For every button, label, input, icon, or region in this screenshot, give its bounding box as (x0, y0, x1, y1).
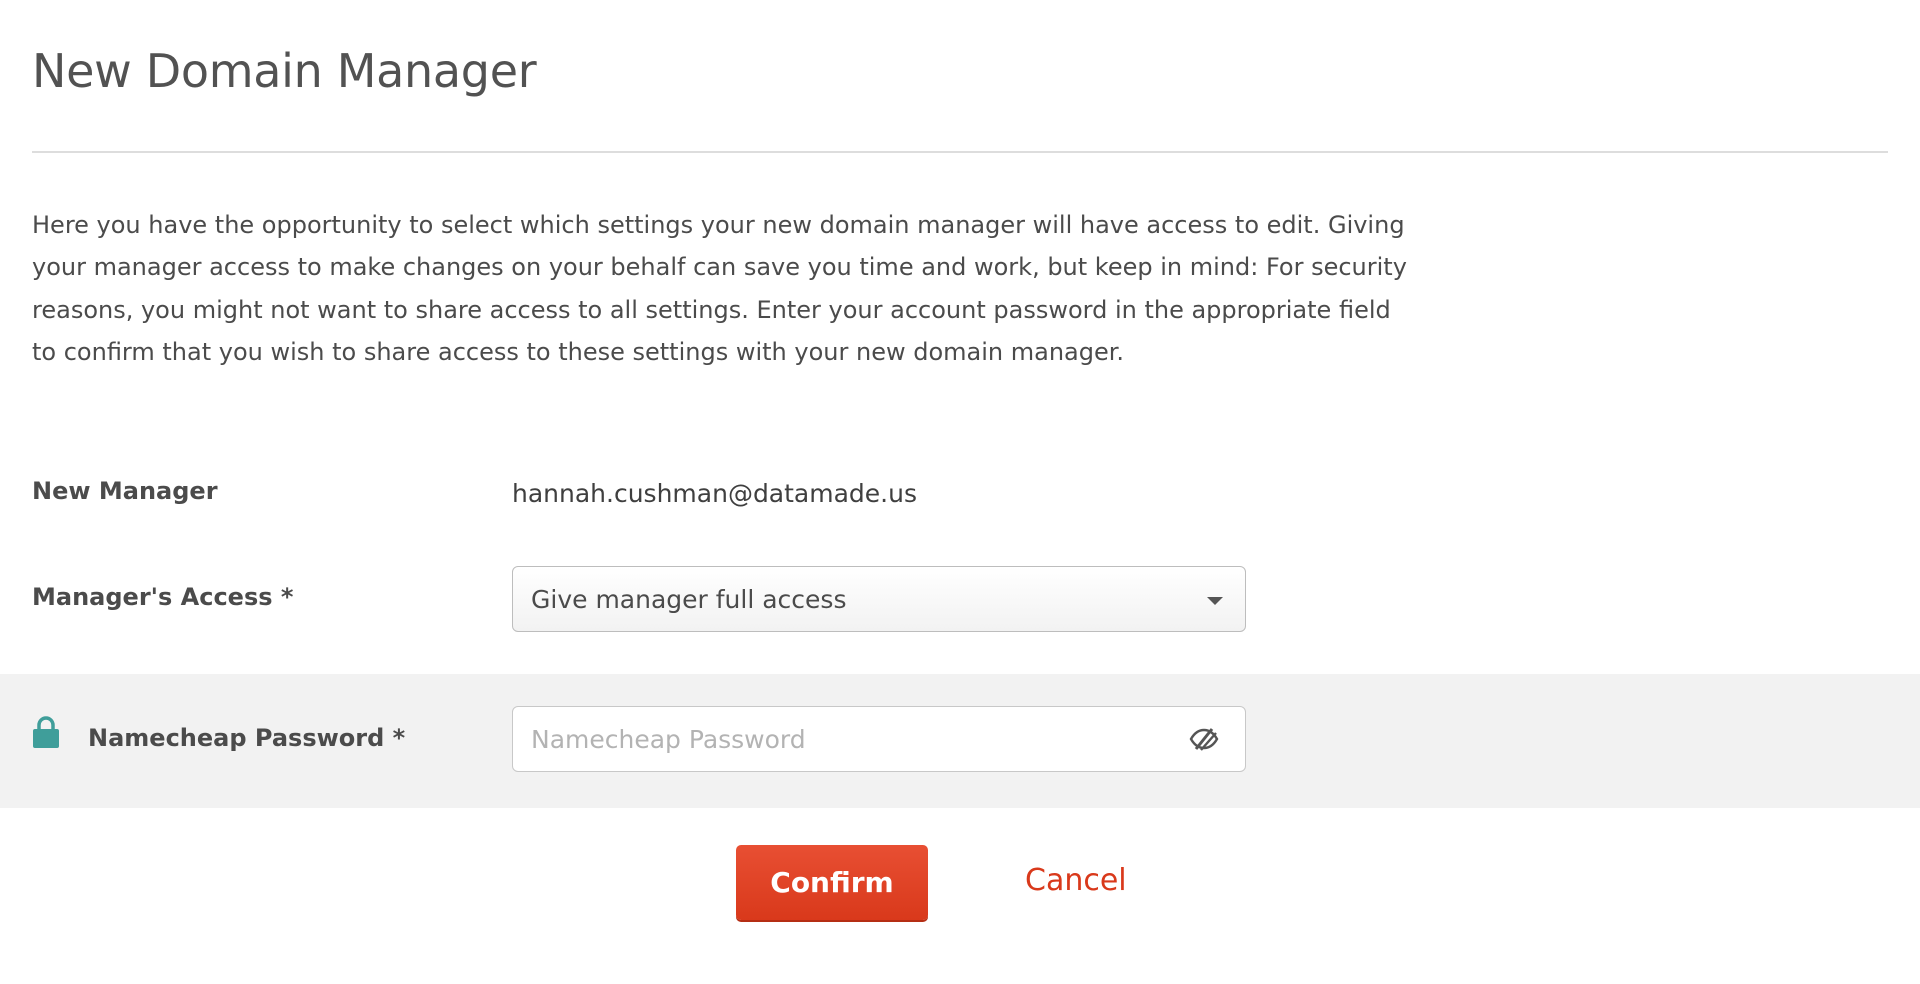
page-description: Here you have the opportunity to select … (32, 211, 1407, 367)
chevron-down-icon (1207, 597, 1223, 605)
eye-slash-icon[interactable] (1189, 727, 1219, 751)
new-manager-email: hannah.cushman@datamade.us (512, 479, 917, 508)
managers-access-label: Manager's Access * (32, 583, 294, 611)
managers-access-select[interactable]: Give manager full access (512, 566, 1246, 632)
new-domain-manager-page: New Domain Manager Here you have the opp… (0, 0, 1920, 984)
password-field-wrapper (512, 706, 1246, 772)
confirm-button[interactable]: Confirm (736, 845, 928, 920)
namecheap-password-input[interactable] (513, 707, 1153, 771)
new-manager-label: New Manager (32, 477, 218, 505)
cancel-link[interactable]: Cancel (1025, 863, 1127, 898)
namecheap-password-label: Namecheap Password * (88, 724, 406, 752)
title-divider (32, 151, 1888, 153)
lock-icon (33, 716, 59, 748)
managers-access-selected-value: Give manager full access (531, 585, 847, 614)
page-title: New Domain Manager (32, 44, 537, 98)
